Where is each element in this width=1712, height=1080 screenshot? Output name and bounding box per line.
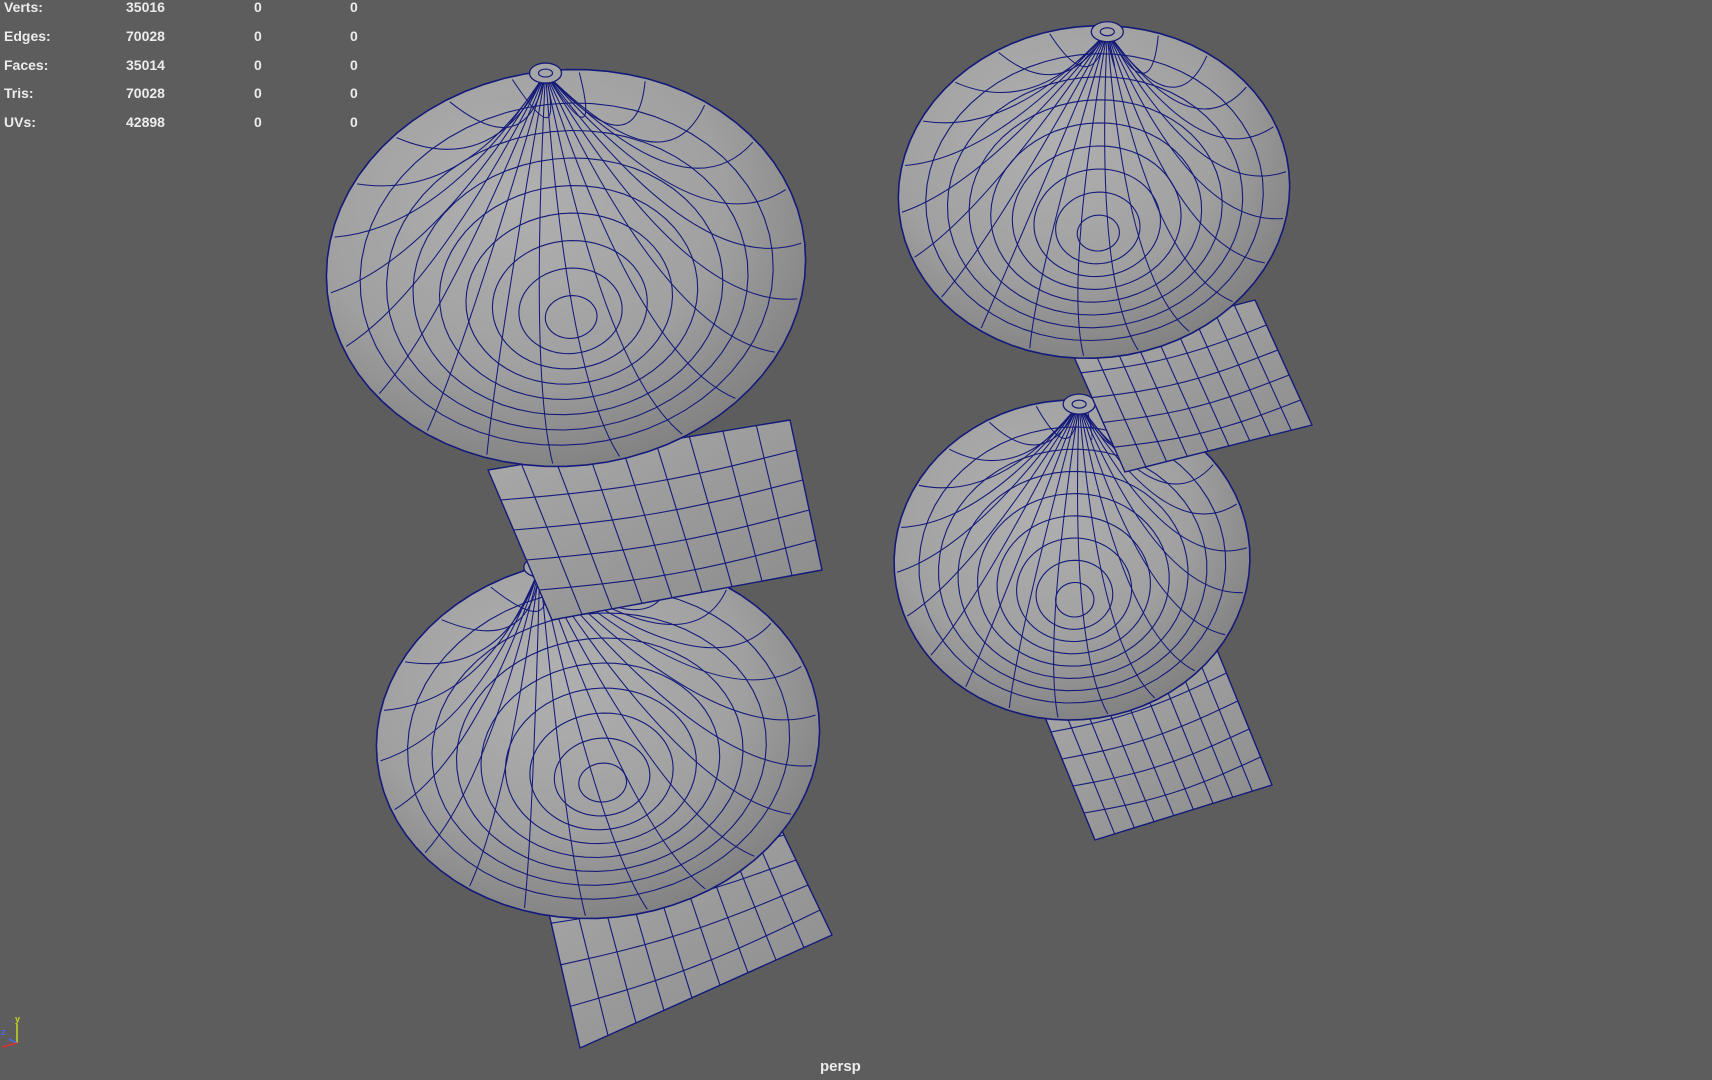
perspective-viewport[interactable]: Verts: 35016 0 0 Edges: 70028 0 0 Faces:… [0, 0, 1712, 1080]
head-mesh-4[interactable] [897, 21, 1313, 473]
y-axis-label: y [15, 1014, 20, 1024]
hud-value-component: 0 [350, 85, 358, 102]
hud-value-component: 0 [350, 0, 358, 15]
hud-value-total: 35016 [126, 0, 165, 15]
hud-value-component: 0 [350, 27, 358, 44]
hud-value-selected: 0 [254, 85, 262, 102]
hud-value-component: 0 [350, 114, 358, 131]
hud-value-total: 42898 [126, 114, 165, 131]
pole-cap [1062, 393, 1096, 415]
hud-value-total: 70028 [126, 85, 165, 102]
pole-cap [1090, 21, 1124, 43]
camera-name-label: persp [820, 1058, 861, 1075]
hud-value-selected: 0 [254, 114, 262, 131]
head-mesh-3[interactable] [893, 393, 1273, 841]
scene-view[interactable] [0, 0, 1712, 1080]
hud-value-total: 35014 [126, 56, 165, 73]
hud-value-component: 0 [350, 56, 358, 73]
hud-label: Edges: [4, 27, 51, 44]
hud-label: Verts: [4, 0, 43, 15]
z-axis-label: z [1, 1027, 6, 1037]
x-axis-line [1, 1042, 18, 1048]
hud-value-selected: 0 [254, 56, 262, 73]
pole-cap [528, 62, 563, 84]
head-mesh-2[interactable] [325, 62, 823, 621]
hud-value-total: 70028 [126, 27, 165, 44]
hud-label: UVs: [4, 114, 36, 131]
hud-label: Faces: [4, 56, 49, 73]
hud-value-selected: 0 [254, 0, 262, 15]
head-mesh-1[interactable] [375, 556, 833, 1049]
z-axis-line [8, 1038, 18, 1044]
hud-value-selected: 0 [254, 27, 262, 44]
axis-gizmo-icon: y z [1, 1014, 20, 1048]
hud-label: Tris: [4, 85, 34, 102]
